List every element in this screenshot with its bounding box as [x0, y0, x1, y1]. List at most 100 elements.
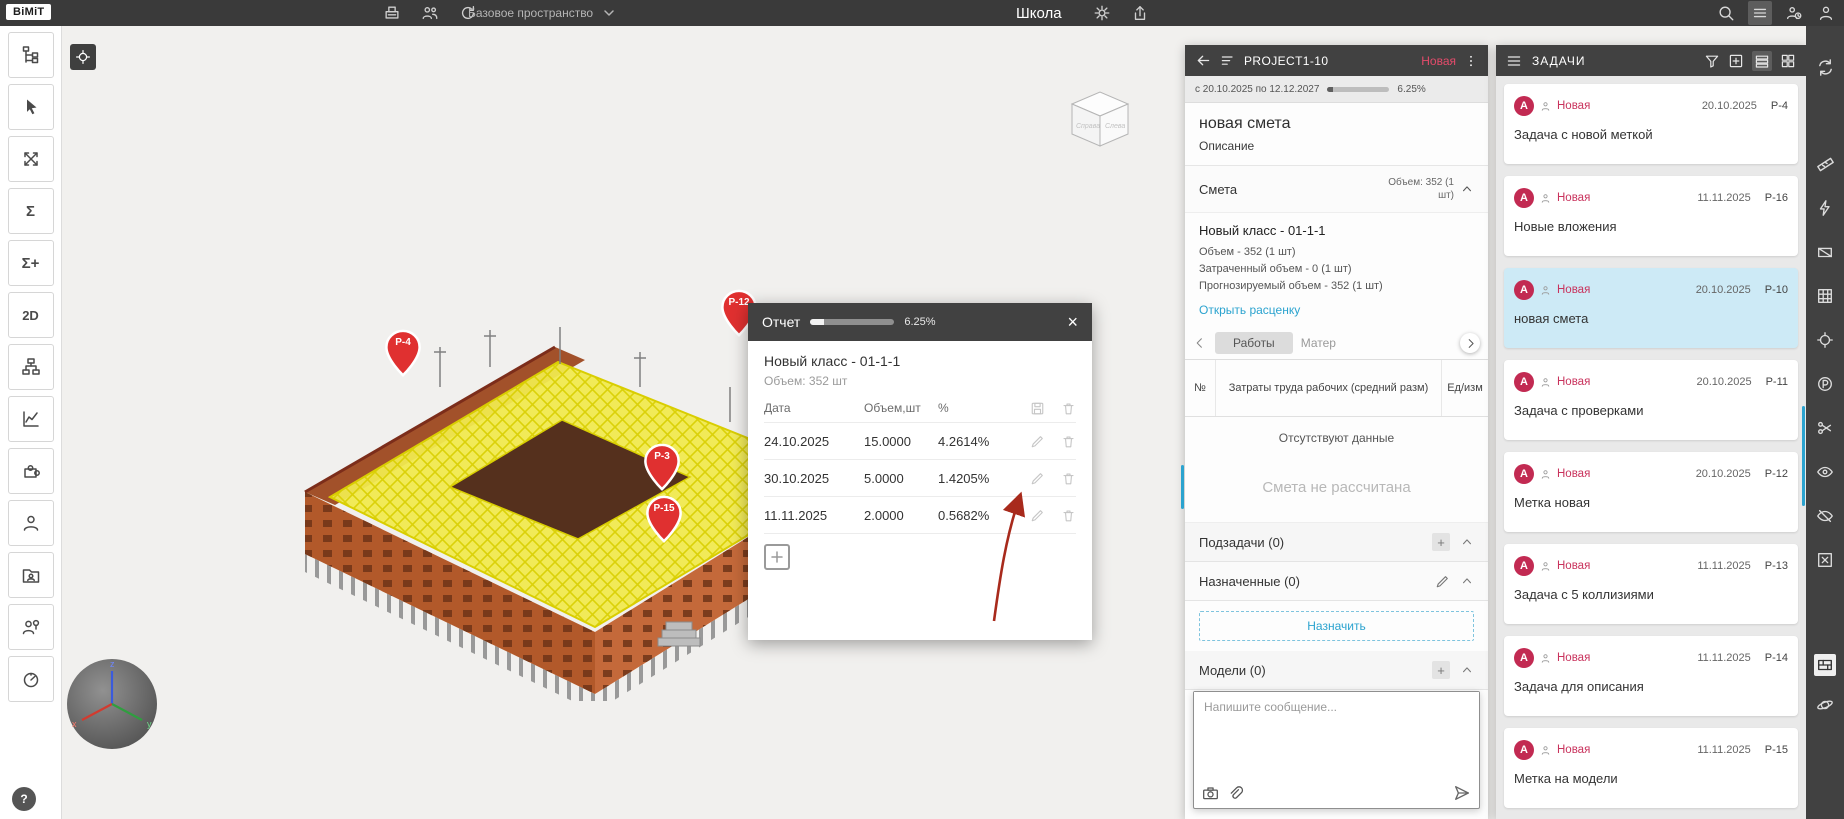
open-rate-link[interactable]: Открыть расценку [1185, 299, 1488, 327]
task-card[interactable]: A Новая 11.11.2025 P-16 Новые вложения [1504, 176, 1798, 256]
task-card[interactable]: A Новая 20.10.2025 P-4 Задача с новой ме… [1504, 84, 1798, 164]
flash-icon[interactable] [1814, 197, 1836, 219]
message-input[interactable] [1194, 692, 1479, 780]
view-list-toggle[interactable] [1752, 51, 1772, 71]
subtasks-section[interactable]: Подзадачи (0) + [1185, 523, 1488, 562]
add-row-button[interactable] [764, 544, 790, 570]
task-card[interactable]: A Новая 11.11.2025 P-13 Задача с 5 колли… [1504, 544, 1798, 624]
filter-funnel-icon[interactable] [1704, 53, 1720, 69]
section-plane-icon[interactable] [1814, 241, 1836, 263]
gear-icon[interactable] [1092, 3, 1112, 23]
delete-icon[interactable] [1061, 401, 1076, 416]
task-card[interactable]: A Новая 20.10.2025 P-11 Задача с проверк… [1504, 360, 1798, 440]
focus-model-button[interactable] [70, 44, 96, 70]
save-icon[interactable] [1030, 401, 1045, 416]
search-icon[interactable] [1716, 3, 1736, 23]
axis-gizmo[interactable]: z x y [64, 656, 160, 752]
right-tool-strip [1806, 26, 1844, 819]
models-section[interactable]: Модели (0) + [1185, 651, 1488, 690]
chevron-up-icon[interactable] [1460, 182, 1474, 196]
assignee-icon [1540, 101, 1551, 112]
add-subtask-icon[interactable]: + [1432, 533, 1450, 551]
edit-pencil-icon[interactable] [1030, 508, 1045, 523]
user-pin-icon[interactable] [8, 604, 54, 650]
select-cursor-icon[interactable] [8, 84, 54, 130]
gauge-icon[interactable] [8, 656, 54, 702]
help-button[interactable]: ? [12, 787, 36, 811]
user-icon[interactable] [1816, 3, 1836, 23]
report-dialog-header[interactable]: Отчет 6.25% × [748, 303, 1092, 341]
workspace-selector[interactable]: Базовое пространство [468, 0, 615, 26]
user-icon[interactable] [8, 500, 54, 546]
delete-icon[interactable] [1061, 508, 1076, 523]
close-icon[interactable]: × [1067, 313, 1078, 331]
eye-icon[interactable] [1814, 461, 1836, 483]
chevron-right-icon[interactable] [1460, 333, 1480, 353]
grid-icon[interactable] [1814, 285, 1836, 307]
shared-folder-icon[interactable] [8, 552, 54, 598]
wall-icon[interactable] [1814, 654, 1836, 676]
axis-z-label: z [110, 659, 115, 669]
task-card[interactable]: A Новая 11.11.2025 P-14 Задача для описа… [1504, 636, 1798, 716]
orbit-icon[interactable] [1814, 694, 1836, 716]
scissors-icon[interactable] [1814, 417, 1836, 439]
task-card[interactable]: A Новая 20.10.2025 P-12 Метка новая [1504, 452, 1798, 532]
add-task-icon[interactable] [1728, 53, 1744, 69]
report-row[interactable]: 24.10.2025 15.0000 4.2614% [764, 423, 1076, 460]
menu-list-icon[interactable] [1748, 1, 1772, 25]
close-box-icon[interactable] [1814, 549, 1836, 571]
menu-icon[interactable] [1506, 53, 1522, 69]
assigned-section[interactable]: Назначенные (0) [1185, 562, 1488, 601]
edit-pencil-icon[interactable] [1435, 574, 1450, 589]
view-cube[interactable]: Справа Слева [1064, 82, 1136, 152]
team-icon[interactable] [420, 3, 440, 23]
camera-icon[interactable] [1202, 785, 1219, 802]
edit-pencil-icon[interactable] [1030, 434, 1045, 449]
back-arrow-icon[interactable] [1195, 52, 1212, 69]
add-model-icon[interactable]: + [1432, 661, 1450, 679]
plugin-puzzle-icon[interactable] [8, 448, 54, 494]
more-dots-icon[interactable] [1464, 54, 1478, 68]
hierarchy-icon[interactable] [8, 344, 54, 390]
parking-icon[interactable] [1814, 373, 1836, 395]
view-grid-toggle[interactable] [1780, 53, 1796, 69]
map-pin[interactable]: P-15 [645, 495, 683, 543]
assign-button[interactable]: Назначить [1199, 611, 1474, 641]
delete-icon[interactable] [1061, 471, 1076, 486]
edit-pencil-icon[interactable] [1030, 471, 1045, 486]
map-pin[interactable]: P-3 [643, 443, 681, 491]
sync-cloud-icon[interactable] [1814, 56, 1836, 78]
chevron-left-icon[interactable] [1193, 336, 1207, 350]
share-icon[interactable] [1130, 3, 1150, 23]
collision-icon[interactable] [8, 136, 54, 182]
delete-icon[interactable] [1061, 434, 1076, 449]
task-card[interactable]: A Новая 11.11.2025 P-15 Метка на модели [1504, 728, 1798, 808]
target-icon[interactable] [1814, 329, 1836, 351]
attach-paperclip-icon[interactable] [1227, 785, 1244, 802]
chevron-up-icon[interactable] [1460, 535, 1474, 549]
equipment-icon[interactable] [382, 3, 402, 23]
tasks-scrollbar-thumb[interactable] [1802, 406, 1805, 506]
chevron-up-icon[interactable] [1460, 663, 1474, 677]
map-pin[interactable]: P-4 [384, 329, 422, 377]
chart-icon[interactable] [8, 396, 54, 442]
2d-view-icon[interactable]: 2D [8, 292, 54, 338]
report-row[interactable]: 11.11.2025 2.0000 0.5682% [764, 497, 1076, 534]
eye-off-icon[interactable] [1814, 505, 1836, 527]
model-tree-icon[interactable] [8, 32, 54, 78]
user-history-icon[interactable] [1784, 3, 1804, 23]
tab-materials[interactable]: Матер [1301, 336, 1347, 350]
report-row[interactable]: 30.10.2025 5.0000 1.4205% [764, 460, 1076, 497]
sum-plus-icon[interactable]: Σ+ [8, 240, 54, 286]
chevron-up-icon[interactable] [1460, 574, 1474, 588]
dialog-title: Отчет [762, 314, 800, 330]
task-title: Задача с новой меткой [1514, 127, 1788, 142]
send-icon[interactable] [1453, 784, 1471, 802]
tab-works[interactable]: Работы [1215, 332, 1293, 354]
sort-list-icon[interactable] [1220, 53, 1236, 69]
task-card-selected[interactable]: A Новая 20.10.2025 P-10 новая смета [1504, 268, 1798, 348]
sum-icon[interactable]: Σ [8, 188, 54, 234]
estimate-section-header[interactable]: Смета Объем: 352 (1 шт) [1185, 166, 1488, 213]
ruler-icon[interactable] [1814, 153, 1836, 175]
panel-scrollbar-thumb[interactable] [1181, 465, 1184, 509]
